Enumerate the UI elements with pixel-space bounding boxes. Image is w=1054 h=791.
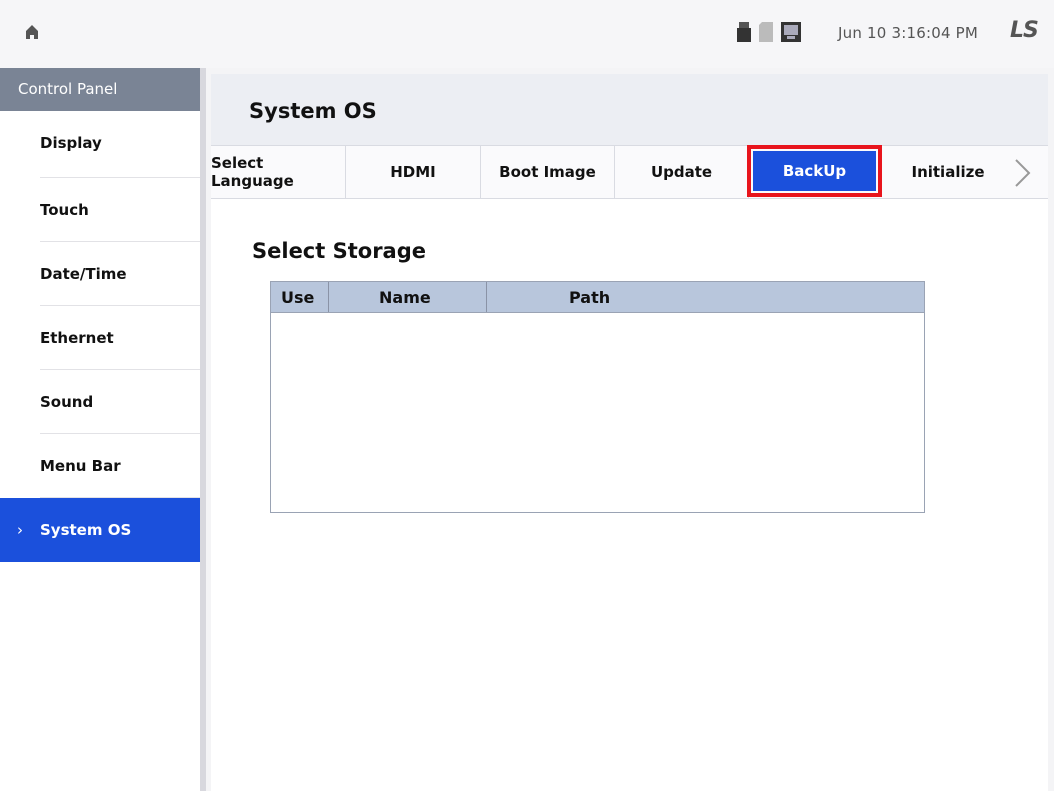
table-header: Use Name Path <box>271 282 924 313</box>
sidebar-item-touch[interactable]: Touch <box>0 178 200 242</box>
storage-table: Use Name Path <box>270 281 925 513</box>
sidebar-item-label: Menu Bar <box>40 457 121 475</box>
tab-update[interactable]: Update <box>615 146 749 198</box>
sidebar-item-label: Ethernet <box>40 329 114 347</box>
tab-initialize[interactable]: Initialize <box>883 146 1013 198</box>
title-bar: System OS <box>211 74 1048 145</box>
brand-logo: LS <box>1010 18 1039 43</box>
chevron-right-icon: › <box>17 521 23 539</box>
sidebar-item-label: Sound <box>40 393 94 411</box>
section-title: Select Storage <box>252 239 426 263</box>
column-divider <box>486 282 487 312</box>
datetime: Jun 10 3:16:04 PM <box>838 24 979 42</box>
usb-icon <box>737 22 751 42</box>
column-header-use: Use <box>281 287 315 307</box>
page-title: System OS <box>249 99 377 123</box>
top-bar: Jun 10 3:16:04 PM LS <box>0 0 1054 68</box>
sidebar-item-date-time[interactable]: Date/Time <box>0 242 200 306</box>
column-header-name: Name <box>379 287 431 307</box>
tab-hdmi[interactable]: HDMI <box>346 146 481 198</box>
tab-bar: Select Language HDMI Boot Image Update B… <box>211 145 1048 199</box>
tab-boot-image[interactable]: Boot Image <box>481 146 615 198</box>
status-icons <box>737 22 801 42</box>
sidebar-item-label: Display <box>40 134 102 152</box>
sidebar-header: Control Panel <box>0 68 200 111</box>
sd-card-icon <box>759 22 773 42</box>
network-icon <box>781 22 801 42</box>
sidebar-item-sound[interactable]: Sound <box>0 370 200 434</box>
sidebar: Control Panel Display Touch Date/Time Et… <box>0 68 206 791</box>
sidebar-item-menu-bar[interactable]: Menu Bar <box>0 434 200 498</box>
main-panel: System OS Select Language HDMI Boot Imag… <box>211 74 1048 791</box>
sidebar-item-display[interactable]: Display <box>0 111 200 178</box>
sidebar-item-ethernet[interactable]: Ethernet <box>0 306 200 370</box>
content-area: Select Storage Use Name Path <box>211 199 1048 791</box>
sidebar-item-label: System OS <box>40 521 132 539</box>
home-icon[interactable] <box>24 24 40 40</box>
tab-backup[interactable]: BackUp <box>747 145 882 197</box>
column-divider <box>328 282 329 312</box>
column-header-path: Path <box>569 287 611 307</box>
chevron-right-icon[interactable] <box>1011 158 1033 188</box>
sidebar-item-label: Date/Time <box>40 265 127 283</box>
sidebar-item-system-os[interactable]: › System OS <box>0 498 200 562</box>
tab-select-language[interactable]: Select Language <box>211 146 346 198</box>
sidebar-item-label: Touch <box>40 201 89 219</box>
